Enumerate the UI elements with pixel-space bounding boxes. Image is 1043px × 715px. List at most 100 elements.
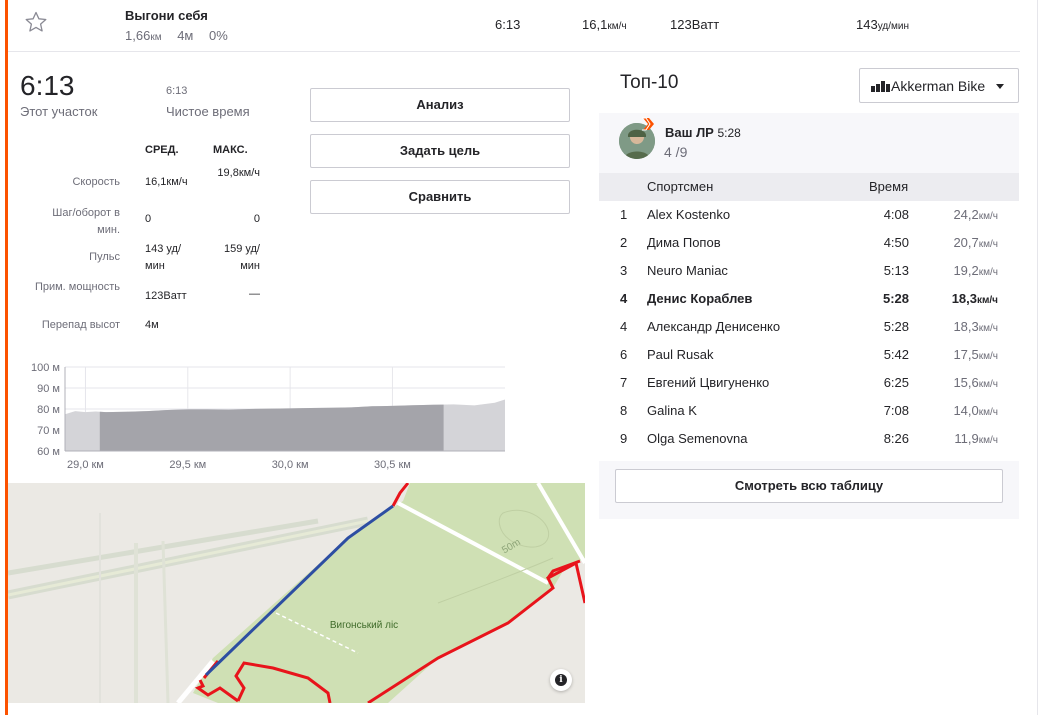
stats-max: 19,8км/ч	[217, 167, 260, 179]
segment-name[interactable]: Выгони себя	[125, 8, 208, 23]
segment-header: Выгони себя 1,66км 4м 0% 6:13 16,1км/ч 1…	[8, 0, 1020, 52]
row-athlete-link[interactable]: Neuro Maniac	[647, 263, 728, 278]
row-athlete-link[interactable]: Alex Kostenko	[647, 207, 730, 222]
table-row[interactable]: 9 Olga Semenovna 8:26 11,9км/ч	[599, 425, 1019, 453]
row-time[interactable]: 4:50	[849, 235, 909, 250]
stats-max: 0	[253, 213, 260, 225]
header-speed: 16,1км/ч	[582, 17, 627, 32]
moving-time-label: Чистое время	[166, 104, 250, 119]
row-athlete-link[interactable]: Александр Денисенко	[647, 319, 780, 334]
segment-distance: 1,66км	[125, 28, 162, 43]
segment-elevation-area	[99, 404, 444, 451]
stats-avg: 123Ватт	[145, 290, 187, 302]
stats-label: Шаг/оборот в мин.	[52, 207, 120, 236]
row-speed: 20,7км/ч	[953, 235, 998, 250]
row-rank: 9	[620, 431, 628, 446]
map-info-button[interactable]: i	[550, 669, 572, 691]
row-speed: 18,3км/ч	[951, 291, 998, 306]
row-rank: 4	[620, 291, 628, 306]
table-row[interactable]: 8 Galina K 7:08 14,0км/ч	[599, 397, 1019, 425]
moving-time: 6:13	[166, 85, 188, 97]
row-rank: 1	[620, 207, 628, 222]
table-row[interactable]: 4 Денис Кораблев 5:28 18,3км/ч	[599, 285, 1019, 313]
set-goal-button[interactable]: Задать цель	[310, 134, 570, 168]
map-canvas	[8, 483, 585, 703]
row-speed: 11,9км/ч	[954, 431, 998, 446]
row-time[interactable]: 5:28	[849, 291, 909, 306]
elevation-chart[interactable]: 100 м 90 м 80 м 70 м 60 м 29,0 км 29,5 км 30,0 …	[20, 360, 510, 475]
row-athlete-link[interactable]: Paul Rusak	[647, 347, 713, 362]
pr-rank: 4 /9	[664, 144, 688, 160]
row-rank: 6	[620, 347, 628, 362]
pr-label: Ваш ЛР 5:28	[665, 125, 741, 140]
row-rank: 4	[620, 319, 628, 334]
stats-label: Пульс	[89, 251, 120, 263]
row-time[interactable]: 5:42	[849, 347, 909, 362]
table-row[interactable]: 1 Alex Kostenko 4:08 24,2км/ч	[599, 201, 1019, 229]
header-power: 123Ватт	[670, 17, 720, 32]
row-rank: 7	[620, 375, 628, 390]
map-place-label: Вигонський ліс	[329, 620, 399, 631]
row-time[interactable]: 8:26	[849, 431, 909, 446]
bar-chart-icon	[871, 81, 893, 92]
segment-map[interactable]: Вигонський ліс 50m i	[8, 483, 585, 703]
row-time[interactable]: 4:08	[849, 207, 909, 222]
stats-max: 159 уд/мин	[223, 243, 260, 272]
row-time[interactable]: 5:28	[849, 319, 909, 334]
segment-elevation: 4м	[177, 28, 194, 43]
col-avg: СРЕД.	[145, 144, 179, 156]
table-row[interactable]: 3 Neuro Maniac 5:13 19,2км/ч	[599, 257, 1019, 285]
y-tick-label: 100 м	[31, 362, 60, 374]
table-row[interactable]: 7 Евгений Цвигуненко 6:25 15,6км/ч	[599, 369, 1019, 397]
row-speed: 15,6км/ч	[953, 375, 998, 390]
x-tick-label: 29,5 км	[169, 459, 206, 471]
effort-time: 6:13	[20, 70, 75, 101]
x-tick-label: 29,0 км	[67, 459, 104, 471]
bike-filter-select[interactable]: Akkerman Bike	[859, 68, 1019, 103]
stats-avg: 0	[145, 213, 152, 225]
pr-badge-icon	[642, 117, 654, 131]
row-speed: 17,5км/ч	[953, 347, 998, 362]
y-tick-label: 90 м	[37, 383, 60, 395]
row-speed: 14,0км/ч	[953, 403, 998, 418]
row-time[interactable]: 7:08	[849, 403, 909, 418]
panel-border	[1037, 0, 1038, 715]
header-time: 6:13	[495, 17, 521, 32]
col-athlete[interactable]: Спортсмен	[647, 179, 713, 194]
stats-label: Скорость	[72, 176, 120, 188]
table-header: Спортсмен Время	[599, 173, 1019, 201]
leaderboard-table: Спортсмен Время 1 Alex Kostenko 4:08 24,2км…	[599, 173, 1019, 461]
row-athlete-link[interactable]: Galina K	[647, 403, 697, 418]
personal-record: Ваш ЛР 5:28 4 /9	[599, 113, 1019, 173]
stats-label: Перепад высот	[41, 319, 120, 331]
row-speed: 24,2км/ч	[953, 207, 998, 222]
table-row[interactable]: 6 Paul Rusak 5:42 17,5км/ч	[599, 341, 1019, 369]
forest-area	[193, 483, 585, 703]
y-tick-label: 80 м	[37, 404, 60, 416]
view-full-leaderboard-button[interactable]: Смотреть всю таблицу	[615, 469, 1003, 503]
leaderboard-title: Топ-10	[620, 72, 679, 93]
col-time[interactable]: Время	[869, 179, 908, 194]
row-time[interactable]: 6:25	[849, 375, 909, 390]
row-athlete-link[interactable]: Евгений Цвигуненко	[647, 375, 769, 390]
row-rank: 2	[620, 235, 628, 250]
row-athlete-link[interactable]: Olga Semenovna	[647, 431, 747, 446]
compare-button[interactable]: Сравнить	[310, 180, 570, 214]
table-row[interactable]: 2 Дима Попов 4:50 20,7км/ч	[599, 229, 1019, 257]
row-athlete-link[interactable]: Дима Попов	[647, 235, 721, 250]
segment-summary: 1,66км 4м 0%	[125, 28, 240, 43]
row-athlete-link[interactable]: Денис Кораблев	[647, 291, 752, 306]
y-tick-label: 60 м	[37, 446, 60, 458]
stats-avg: 16,1км/ч	[145, 176, 188, 188]
table-row[interactable]: 4 Александр Денисенко 5:28 18,3км/ч	[599, 313, 1019, 341]
x-tick-label: 30,5 км	[374, 459, 411, 471]
row-time[interactable]: 5:13	[849, 263, 909, 278]
row-rank: 3	[620, 263, 628, 278]
row-speed: 18,3км/ч	[953, 319, 998, 334]
segment-grade: 0%	[208, 28, 228, 43]
effort-time-label: Этот участок	[20, 104, 98, 119]
header-heartrate: 143уд/мин	[856, 17, 909, 32]
analyze-button[interactable]: Анализ	[310, 88, 570, 122]
y-tick-label: 70 м	[37, 425, 60, 437]
star-icon[interactable]	[24, 10, 48, 34]
